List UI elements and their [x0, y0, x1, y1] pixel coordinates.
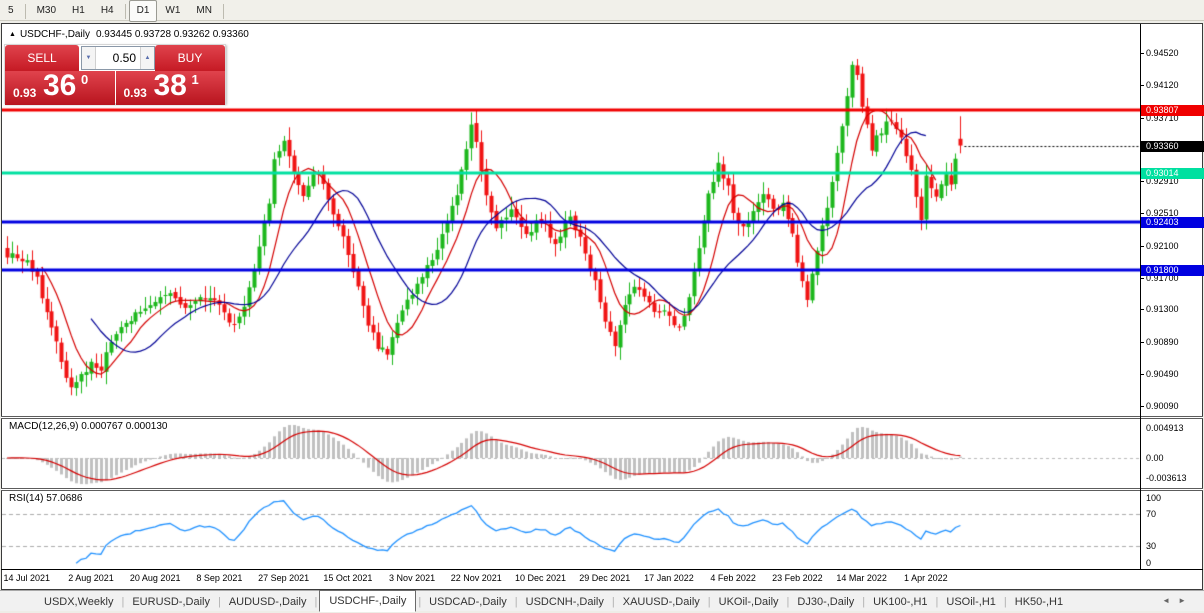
volume-stepper: ▼ 0.50 ▲ — [81, 46, 155, 70]
chart-tab-eurusd-[interactable]: EURUSD-,Daily — [126, 592, 216, 612]
rsi-tick-label: 0 — [1146, 558, 1152, 568]
macd-panel-canvas[interactable] — [2, 419, 1140, 488]
timeframe-button-d1[interactable]: D1 — [128, 0, 158, 22]
timeframe-toolbar: 5 M30 H1 H4 D1 W1 MN — [0, 0, 1204, 22]
date-tick-label: 3 Nov 2021 — [389, 573, 436, 583]
chart-tab-dj30-[interactable]: DJ30-,Daily — [791, 592, 860, 612]
timeframe-button-h1[interactable]: H1 — [64, 0, 93, 22]
tab-separator: | — [611, 596, 615, 608]
macd-tick-label: 0.004913 — [1146, 423, 1184, 433]
tabs-scroll-left-icon[interactable]: ◄ — [1162, 596, 1178, 605]
volume-value[interactable]: 0.50 — [96, 51, 140, 65]
price-tick-label: 0.92100 — [1140, 241, 1204, 252]
current-price-label: 0.93360 — [1141, 140, 1204, 152]
level-price-label: 0.93807 — [1141, 104, 1204, 116]
buy-price-tile[interactable]: 0.93 38 1 — [115, 69, 225, 105]
tab-separator: | — [217, 596, 221, 608]
tab-separator: | — [514, 596, 518, 608]
level-price-label: 0.92403 — [1141, 216, 1204, 228]
tab-separator: | — [862, 596, 866, 608]
chart-tab-usdcad-[interactable]: USDCAD-,Daily — [423, 592, 513, 612]
chart-symbol-label: USDCHF-,Daily — [19, 29, 90, 40]
timeframe-button-h4[interactable]: H4 — [93, 0, 122, 22]
chart-ohlc-values: 0.93445 0.93728 0.93262 0.93360 — [95, 29, 249, 40]
date-tick-label: 14 Mar 2022 — [836, 573, 887, 583]
date-tick-label: 17 Jan 2022 — [644, 573, 694, 583]
macd-tick-label: -0.003613 — [1146, 473, 1187, 483]
tab-separator: | — [121, 596, 125, 608]
timeframe-button-5[interactable]: 5 — [0, 0, 22, 22]
buy-price-prefix: 0.93 — [123, 86, 147, 100]
level-price-label: 0.91800 — [1141, 264, 1204, 276]
chart-tab-ukoil-[interactable]: UKOil-,Daily — [713, 592, 785, 612]
date-tick-label: 4 Feb 2022 — [710, 573, 756, 583]
chart-tab-usdchf-[interactable]: USDCHF-,Daily — [319, 590, 417, 612]
tab-separator: | — [935, 596, 939, 608]
volume-increase-icon[interactable]: ▲ — [140, 47, 154, 69]
rsi-indicator-label: RSI(14) 57.0686 — [9, 493, 83, 504]
price-tick-label: 0.94520 — [1140, 48, 1204, 59]
chart-title: ▲ USDCHF-,Daily 0.93445 0.93728 0.93262 0.… — [9, 29, 249, 40]
tab-separator: | — [786, 596, 790, 608]
date-tick-label: 27 Sep 2021 — [258, 573, 310, 583]
chart-tab-usdcnh-[interactable]: USDCNH-,Daily — [520, 592, 610, 612]
date-tick-label: 8 Sep 2021 — [196, 573, 243, 583]
buy-price-big: 38 — [153, 69, 187, 102]
chart-tab-hk50-[interactable]: HK50-,H1 — [1009, 592, 1069, 612]
price-tick-label: 0.91300 — [1140, 304, 1204, 315]
timeframe-button-mn[interactable]: MN — [188, 0, 220, 22]
chart-tab-usdx[interactable]: USDX,Weekly — [38, 592, 119, 612]
tabs-scroll-right-icon[interactable]: ► — [1178, 596, 1194, 605]
chart-tab-audusd-[interactable]: AUDUSD-,Daily — [223, 592, 313, 612]
chart-tab-xauusd-[interactable]: XAUUSD-,Daily — [617, 592, 706, 612]
rsi-tick-label: 100 — [1146, 493, 1162, 503]
tab-separator: | — [418, 596, 422, 608]
panel-divider[interactable] — [1, 416, 1203, 419]
sell-price-tile[interactable]: 0.93 36 0 — [5, 69, 115, 105]
date-tick-label: 2 Aug 2021 — [68, 573, 114, 583]
chart-tab-usoil-[interactable]: USOil-,H1 — [940, 592, 1002, 612]
price-tick-label: 0.90490 — [1140, 369, 1204, 380]
timeframe-button-m30[interactable]: M30 — [29, 0, 64, 22]
one-click-trading-panel: SELL ▼ 0.50 ▲ BUY 0.93 36 0 0.93 38 1 — [4, 44, 226, 105]
date-tick-label: 22 Nov 2021 — [450, 573, 502, 583]
sell-price-prefix: 0.93 — [13, 86, 37, 100]
sell-price-big: 36 — [43, 69, 77, 102]
macd-indicator-label: MACD(12,26,9) 0.000767 0.000130 — [9, 421, 168, 432]
price-tick-label: 0.90890 — [1140, 337, 1204, 348]
tab-separator: | — [314, 596, 318, 608]
date-tick-label: 20 Aug 2021 — [129, 573, 181, 583]
volume-decrease-icon[interactable]: ▼ — [82, 47, 96, 69]
chart-collapse-arrow-icon[interactable]: ▲ — [9, 31, 16, 38]
price-tick-label: 0.94120 — [1140, 80, 1204, 91]
date-tick-label: 23 Feb 2022 — [772, 573, 823, 583]
sell-button[interactable]: SELL — [5, 45, 79, 71]
buy-price-sup: 1 — [191, 72, 199, 87]
rsi-tick-label: 70 — [1146, 509, 1157, 520]
date-tick-label: 29 Dec 2021 — [579, 573, 631, 583]
price-tick-label: 0.90090 — [1140, 401, 1204, 412]
rsi-tick-label: 30 — [1146, 540, 1157, 551]
toolbar-separator — [124, 3, 126, 19]
timeframe-button-w1[interactable]: W1 — [157, 0, 188, 22]
level-price-label: 0.93014 — [1141, 168, 1204, 180]
tab-separator: | — [1003, 596, 1007, 608]
date-tick-label: 1 Apr 2022 — [904, 573, 948, 583]
macd-tick-label: 0.00 — [1146, 453, 1164, 463]
sell-price-sup: 0 — [81, 72, 89, 87]
toolbar-separator — [222, 3, 224, 19]
chart-tab-uk100-[interactable]: UK100-,H1 — [867, 592, 933, 612]
buy-button[interactable]: BUY — [155, 45, 225, 71]
chart-tabs-bar: USDX,Weekly | EURUSD-,Daily | AUDUSD-,Daily |… — [0, 590, 1204, 612]
panel-divider[interactable] — [1, 488, 1203, 491]
date-tick-label: 15 Oct 2021 — [323, 573, 373, 583]
chart-bottom-border — [1, 569, 1203, 570]
toolbar-separator — [24, 3, 26, 19]
rsi-panel-canvas[interactable] — [2, 491, 1140, 569]
date-tick-label: 14 Jul 2021 — [3, 573, 51, 583]
date-tick-label: 10 Dec 2021 — [514, 573, 567, 583]
tab-separator: | — [707, 596, 711, 608]
